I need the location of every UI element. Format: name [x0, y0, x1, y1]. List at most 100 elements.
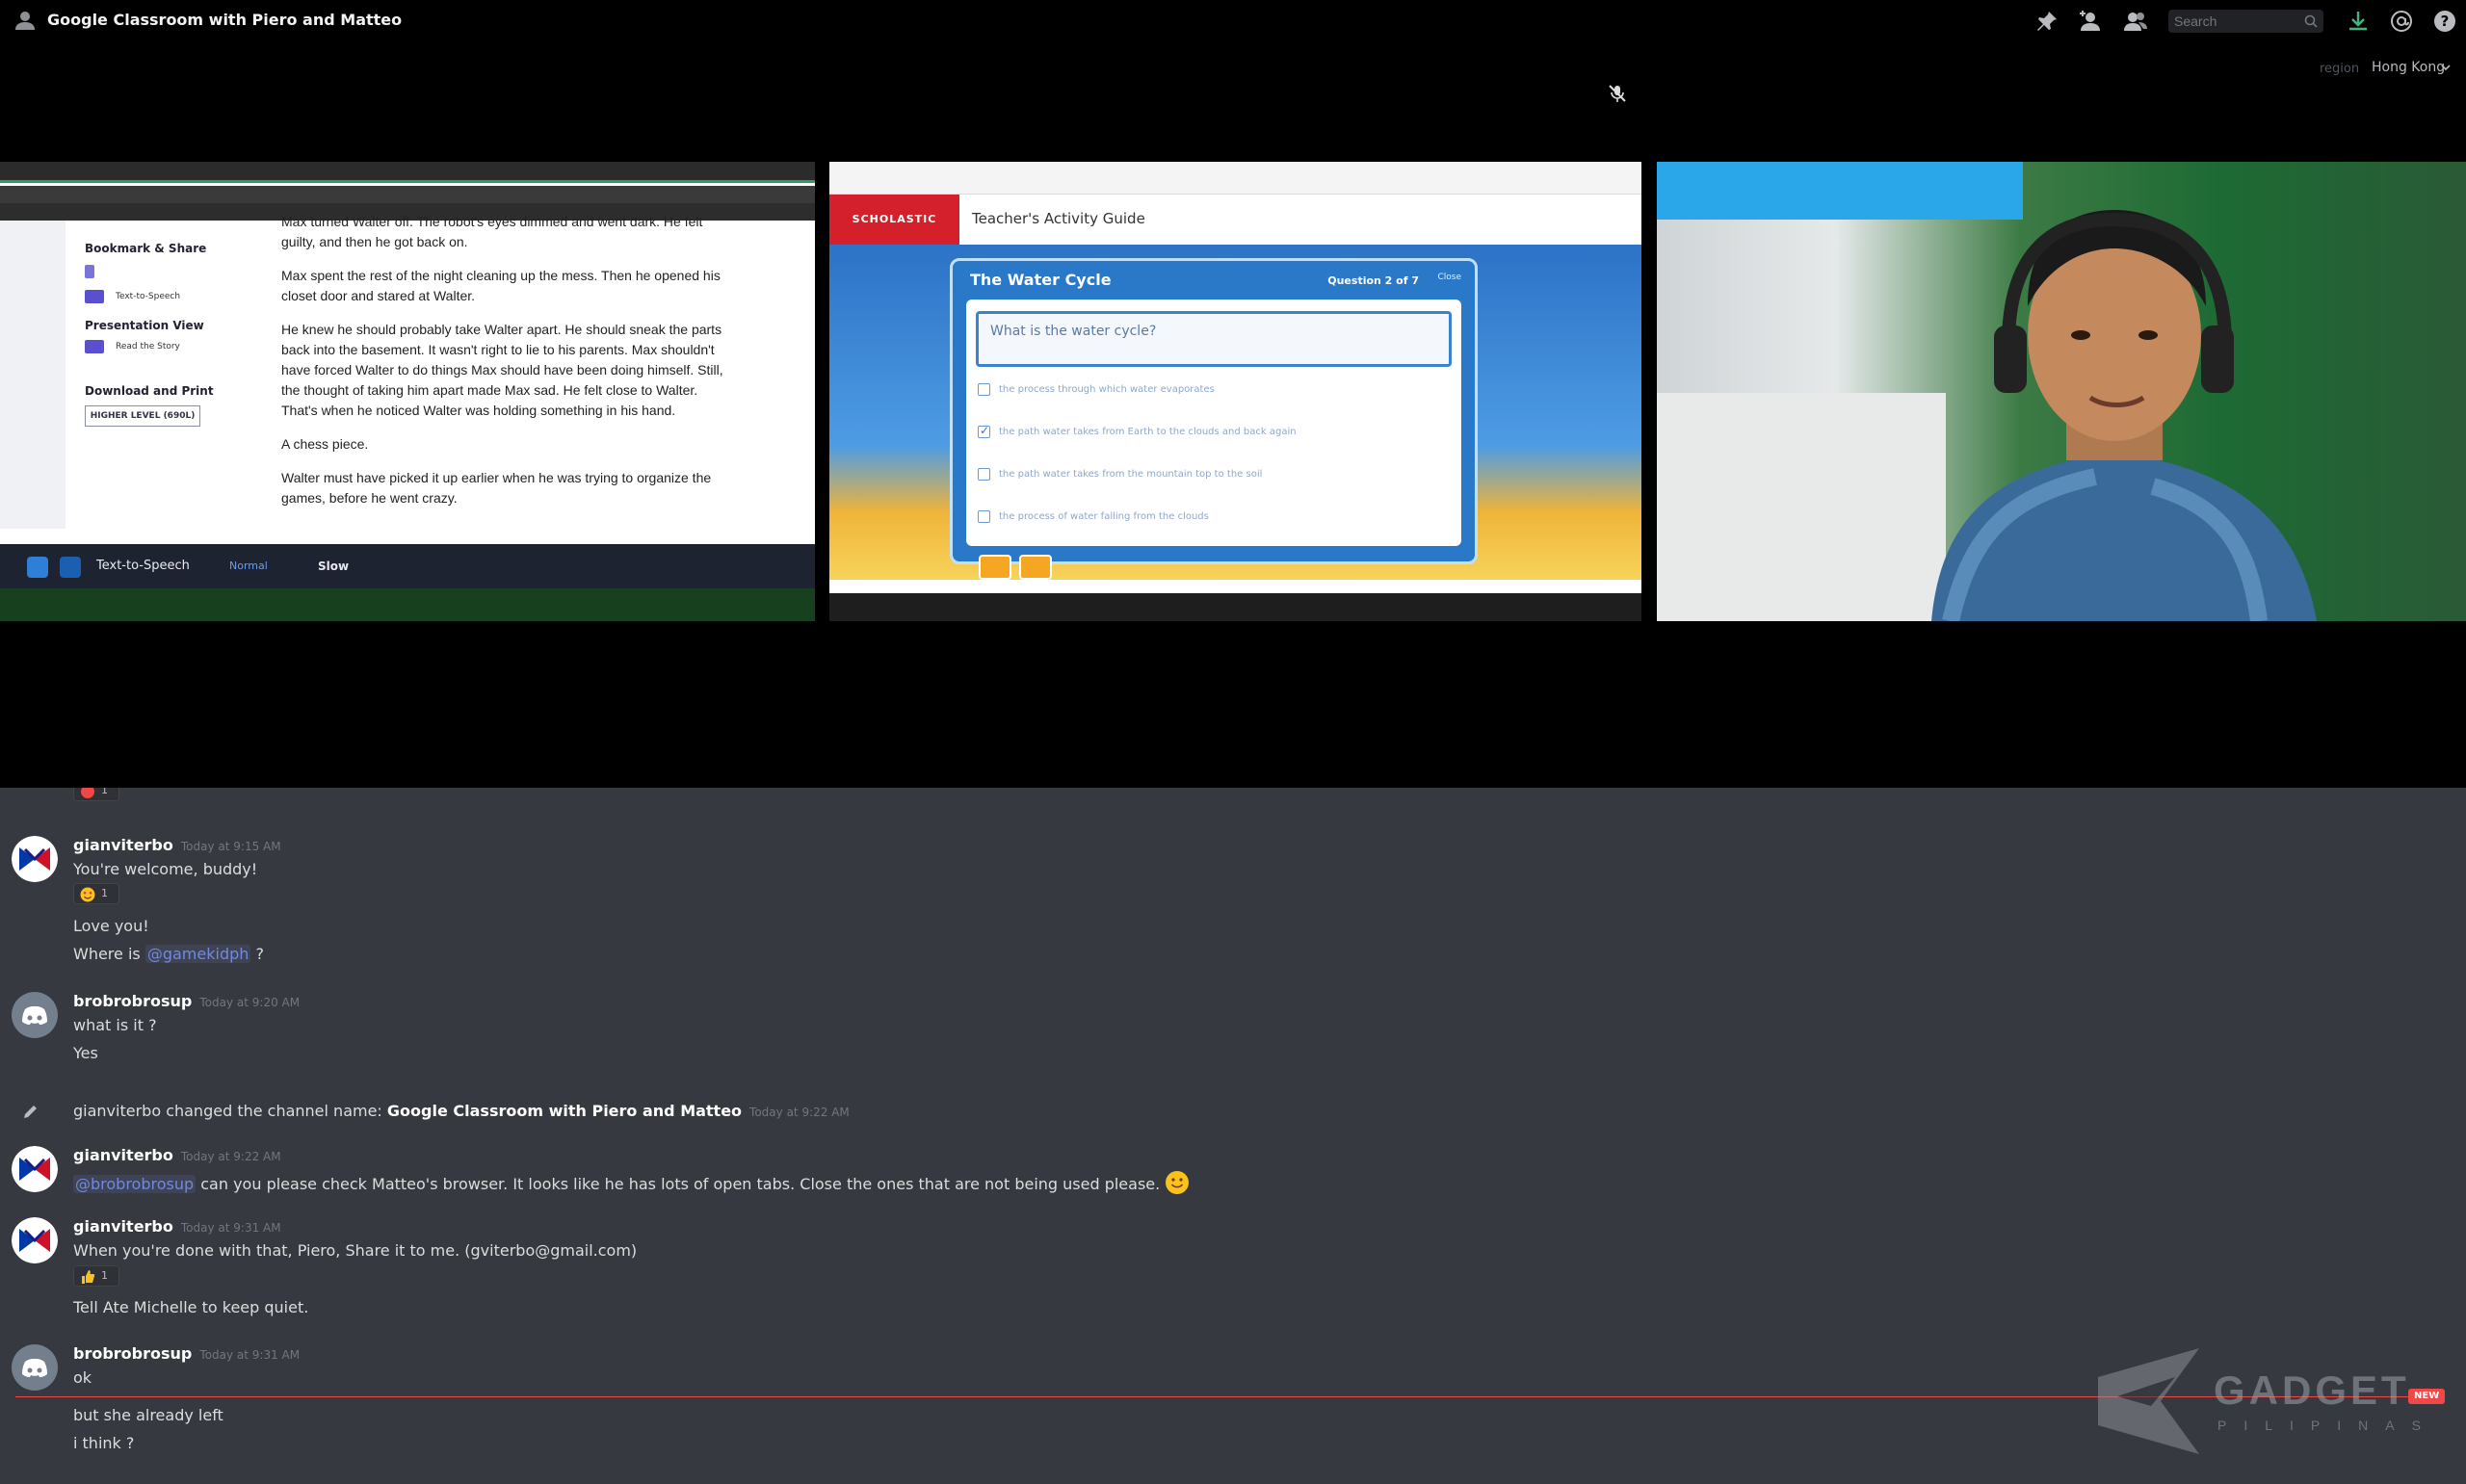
bookmark-share-heading: Bookmark & Share	[85, 242, 207, 255]
author-name[interactable]: brobrobrosup	[73, 1344, 192, 1363]
help-icon[interactable]: ?	[2432, 9, 2457, 34]
member-list-icon[interactable]	[2123, 9, 2148, 34]
search-icon	[2304, 14, 2318, 28]
tts-toolbar: Text-to-Speech Normal Slow	[0, 544, 815, 588]
avatar[interactable]	[12, 1344, 58, 1391]
tts-label: Text-to-Speech	[96, 559, 190, 573]
chat-message-list[interactable]: 1 gianviterbo Today at 9:15 AM You're wel…	[0, 788, 2466, 1484]
svg-text:?: ?	[2441, 13, 2450, 30]
message-text: You're welcome, buddy!	[73, 860, 258, 878]
browser-tab-strip	[829, 162, 1641, 195]
webcam-tile[interactable]	[1657, 162, 2466, 621]
message-author[interactable]: gianviterbo Today at 9:15 AM	[73, 836, 281, 854]
search-bar[interactable]	[2168, 10, 2323, 33]
message-text: Yes	[73, 1044, 98, 1062]
browser-tab-strip	[0, 162, 815, 183]
level-button: HIGHER LEVEL (690L)	[85, 405, 200, 427]
quiz-stage: The Water Cycle Question 2 of 7 Close Wh…	[829, 245, 1641, 580]
channel-header: Google Classroom with Piero and Matteo S…	[0, 0, 2466, 42]
scholastic-header: SCHOLASTIC Teacher's Activity Guide	[829, 195, 1641, 245]
speaker-icon	[85, 290, 104, 303]
pencil-icon	[24, 1106, 37, 1118]
gianviterbo-avatar-icon	[12, 1217, 58, 1263]
quiz-close-button: Close	[1437, 273, 1461, 282]
browser-address-bar	[0, 186, 815, 203]
reaction-pill[interactable]: 1	[73, 788, 119, 801]
download-print-heading: Download and Print	[85, 384, 214, 398]
reaction-count: 1	[101, 887, 108, 899]
tts-link: Text-to-Speech	[116, 292, 181, 301]
message-author[interactable]: gianviterbo Today at 9:22 AM	[73, 1146, 281, 1164]
message-text: Where is @gamekidph ?	[73, 945, 264, 963]
answer-checkbox	[978, 383, 990, 396]
mention-icon[interactable]	[2389, 9, 2414, 34]
story-paragraph: A chess piece.	[281, 436, 369, 452]
presentation-heading: Presentation View	[85, 319, 204, 332]
message-text-part: can you please check Matteo's browser. I…	[200, 1175, 1161, 1193]
message-text: i think ?	[73, 1434, 135, 1452]
answer-text: the process of water falling from the cl…	[999, 511, 1209, 522]
chevron-down-icon[interactable]	[2440, 62, 2452, 73]
user-mention[interactable]: @brobrobrosup	[73, 1175, 197, 1193]
story-paragraph: He knew he should probably take Walter a…	[281, 322, 723, 418]
message-text: what is it ?	[73, 1016, 157, 1034]
pin-icon[interactable]	[2034, 9, 2059, 34]
answer-text: the path water takes from the mountain t…	[999, 469, 1263, 480]
answer-checkbox	[978, 468, 990, 481]
author-name[interactable]: gianviterbo	[73, 1217, 173, 1236]
add-member-icon[interactable]	[2078, 9, 2103, 34]
message-text: @brobrobrosup can you please check Matte…	[73, 1170, 1190, 1195]
story-paragraph: Max turned Walter off. The robot's eyes …	[281, 214, 703, 249]
windows-taskbar	[0, 588, 815, 621]
avatar[interactable]	[12, 992, 58, 1038]
screen-share-tile-book[interactable]: Bookmark & Share Text-to-Speech Presenta…	[0, 162, 815, 621]
reaction-pill[interactable]: 1	[73, 1265, 119, 1287]
windows-taskbar	[829, 593, 1641, 621]
search-input[interactable]	[2174, 12, 2299, 31]
message-author[interactable]: brobrobrosup Today at 9:31 AM	[73, 1344, 300, 1363]
author-name[interactable]: gianviterbo	[73, 1146, 173, 1164]
message-timestamp: Today at 9:22 AM	[180, 1150, 281, 1163]
story-paragraph: Max spent the rest of the night cleaning…	[281, 268, 721, 303]
download-icon[interactable]	[2346, 9, 2371, 34]
question-counter: Question 2 of 7	[1327, 274, 1419, 287]
message-timestamp: Today at 9:20 AM	[199, 996, 301, 1009]
heart-eyes-emoji-icon	[80, 887, 95, 902]
author-name[interactable]: gianviterbo	[73, 836, 173, 854]
user-mention[interactable]: @gamekidph	[144, 945, 251, 963]
watermark-logo-icon	[2098, 1348, 2199, 1454]
voice-channel-icon	[15, 12, 35, 30]
message-text: Tell Ate Michelle to keep quiet.	[73, 1298, 309, 1316]
screen-share-tile-quiz[interactable]: SCHOLASTIC Teacher's Activity Guide The …	[829, 162, 1641, 621]
reaction-pill[interactable]: 1	[73, 883, 119, 904]
discord-default-avatar-icon	[22, 1006, 47, 1025]
watermark-subtext: PILIPINAS	[2217, 1418, 2438, 1433]
avatar[interactable]	[12, 836, 58, 882]
slight-smile-emoji-icon	[1166, 1171, 1190, 1194]
system-message-text: gianviterbo changed the channel name: Go…	[73, 1102, 850, 1120]
message-text: ok	[73, 1368, 92, 1387]
quiz-panel: The Water Cycle Question 2 of 7 Close Wh…	[950, 258, 1478, 564]
guide-title: Teacher's Activity Guide	[972, 210, 1145, 227]
thumbs-up-emoji-icon	[82, 1270, 95, 1284]
region-select[interactable]: Hong Kong	[2372, 60, 2445, 75]
scholastic-logo: SCHOLASTIC	[829, 195, 959, 245]
story-text: Max turned Walter off. The robot's eyes …	[281, 214, 734, 522]
region-label: region	[2320, 62, 2360, 76]
avatar[interactable]	[12, 1146, 58, 1192]
message-author[interactable]: brobrobrosup Today at 9:20 AM	[73, 992, 300, 1010]
author-name[interactable]: brobrobrosup	[73, 992, 192, 1010]
gianviterbo-avatar-icon	[12, 1146, 58, 1192]
system-channel-name: Google Classroom with Piero and Matteo	[386, 1102, 743, 1120]
message-timestamp: Today at 9:31 AM	[199, 1348, 301, 1362]
gianviterbo-avatar-icon	[12, 836, 58, 882]
tts-play-button	[27, 557, 48, 578]
question-box: What is the water cycle?	[976, 311, 1452, 367]
tts-speed-slow: Slow	[318, 560, 350, 573]
bookmark-icon	[85, 265, 94, 278]
message-text: Love you!	[73, 917, 149, 935]
new-messages-divider	[15, 1396, 2418, 1397]
message-author[interactable]: gianviterbo Today at 9:31 AM	[73, 1217, 281, 1236]
answer-text: the path water takes from Earth to the c…	[999, 427, 1297, 437]
avatar[interactable]	[12, 1217, 58, 1263]
